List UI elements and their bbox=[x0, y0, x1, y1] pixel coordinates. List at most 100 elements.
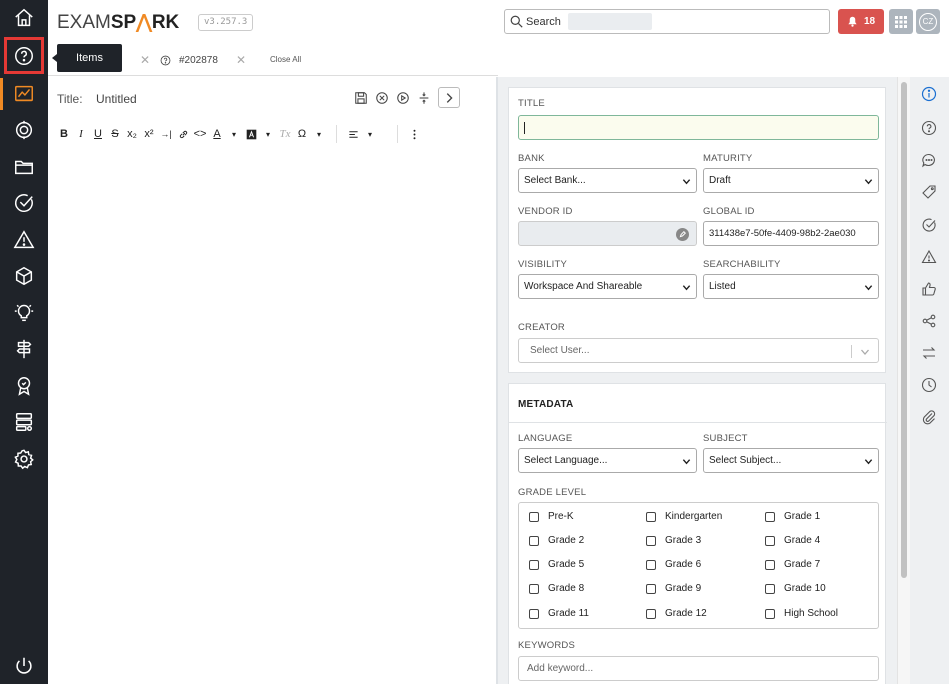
visibility-select[interactable]: Workspace And Shareable bbox=[518, 274, 697, 299]
strikethrough-button[interactable]: S bbox=[107, 124, 123, 144]
tag-icon[interactable] bbox=[921, 184, 937, 200]
comment-icon[interactable] bbox=[921, 152, 937, 168]
code-button[interactable]: <> bbox=[192, 124, 208, 144]
swap-icon[interactable] bbox=[921, 345, 937, 361]
expand-panel-button[interactable] bbox=[438, 87, 460, 108]
creator-select[interactable]: Select User... bbox=[518, 338, 879, 363]
italic-button[interactable]: I bbox=[73, 124, 89, 144]
highlight-button[interactable] bbox=[243, 124, 259, 144]
vendor-id-field[interactable] bbox=[518, 221, 697, 246]
cube-icon[interactable] bbox=[0, 258, 48, 294]
indent-button[interactable]: →| bbox=[158, 124, 174, 144]
superscript-button[interactable]: x² bbox=[141, 124, 157, 144]
server-icon[interactable] bbox=[0, 404, 48, 440]
notifications-button[interactable]: 18 bbox=[838, 9, 884, 34]
more-options-button[interactable] bbox=[406, 124, 422, 144]
tab-202878[interactable]: #202878 ✕ bbox=[160, 44, 246, 76]
clock-icon[interactable] bbox=[921, 377, 937, 393]
close-all-button[interactable]: Close All bbox=[270, 55, 301, 64]
grade-checkbox[interactable]: Grade 6 bbox=[646, 559, 701, 570]
toolbar-divider bbox=[336, 125, 337, 143]
target-icon[interactable] bbox=[0, 112, 48, 148]
title-field[interactable] bbox=[518, 115, 879, 140]
searchability-select[interactable]: Listed bbox=[703, 274, 879, 299]
analytics-icon[interactable] bbox=[0, 76, 48, 112]
version-badge: v3.257.3 bbox=[198, 14, 254, 31]
grade-checkbox[interactable]: Grade 9 bbox=[646, 583, 701, 594]
paperclip-icon[interactable] bbox=[921, 409, 937, 425]
maturity-select[interactable]: Draft bbox=[703, 168, 879, 193]
notification-count: 18 bbox=[863, 16, 876, 27]
scrollbar-thumb[interactable] bbox=[901, 82, 907, 578]
help-icon[interactable] bbox=[921, 120, 937, 136]
folder-icon[interactable] bbox=[0, 149, 48, 185]
check-circle-icon[interactable] bbox=[921, 217, 937, 233]
signpost-icon[interactable] bbox=[0, 331, 48, 367]
play-icon[interactable] bbox=[396, 91, 410, 105]
grade-checkbox[interactable]: Kindergarten bbox=[646, 511, 722, 522]
form-scrollbar[interactable] bbox=[897, 77, 910, 684]
grade-level-label: GRADE LEVEL bbox=[518, 487, 587, 498]
more-vertical-icon bbox=[413, 129, 415, 139]
keywords-input[interactable]: Add keyword... bbox=[518, 656, 879, 681]
grade-checkbox[interactable]: Grade 8 bbox=[529, 583, 584, 594]
special-char-button[interactable]: Ω bbox=[294, 124, 310, 144]
font-color-dropdown[interactable]: ▾ bbox=[226, 124, 242, 144]
align-button[interactable] bbox=[345, 124, 361, 144]
help-icon[interactable] bbox=[0, 38, 48, 74]
warning-icon[interactable] bbox=[0, 222, 48, 258]
tab-items[interactable]: ✕ bbox=[132, 44, 150, 76]
save-icon[interactable] bbox=[354, 91, 368, 105]
brand-logo[interactable]: EXAMSP⋀RK bbox=[57, 11, 179, 34]
close-icon[interactable]: ✕ bbox=[140, 53, 150, 67]
grade-checkbox[interactable]: Grade 2 bbox=[529, 535, 584, 546]
underline-button[interactable]: U bbox=[90, 124, 106, 144]
home-icon[interactable] bbox=[0, 0, 48, 36]
avatar[interactable]: CZ bbox=[916, 9, 940, 34]
grade-checkbox[interactable]: Grade 4 bbox=[765, 535, 820, 546]
grade-checkbox[interactable]: Grade 7 bbox=[765, 559, 820, 570]
close-icon[interactable]: ✕ bbox=[236, 53, 246, 67]
collapse-icon[interactable] bbox=[417, 91, 431, 105]
clear-format-button[interactable]: Tx bbox=[277, 124, 293, 144]
power-icon[interactable] bbox=[0, 648, 48, 684]
grade-checkbox[interactable]: Grade 12 bbox=[646, 608, 707, 619]
title-value[interactable]: Untitled bbox=[96, 92, 137, 106]
search-placeholder: Search bbox=[526, 16, 561, 28]
search-input[interactable]: Search bbox=[504, 9, 830, 34]
subscript-button[interactable]: x₂ bbox=[124, 124, 140, 144]
grade-checkbox[interactable]: Grade 11 bbox=[529, 608, 589, 619]
special-char-dropdown[interactable]: ▾ bbox=[311, 124, 327, 144]
settings-icon[interactable] bbox=[0, 441, 48, 477]
warning-icon[interactable] bbox=[921, 249, 937, 265]
info-icon[interactable] bbox=[921, 86, 937, 102]
grade-checkbox[interactable]: High School bbox=[765, 608, 838, 619]
award-icon[interactable] bbox=[0, 368, 48, 404]
cancel-icon[interactable] bbox=[375, 91, 389, 105]
bank-select[interactable]: Select Bank... bbox=[518, 168, 697, 193]
subject-select[interactable]: Select Subject... bbox=[703, 448, 879, 473]
grade-checkbox[interactable]: Pre-K bbox=[529, 511, 574, 522]
grade-checkbox[interactable]: Grade 1 bbox=[765, 511, 820, 522]
language-select[interactable]: Select Language... bbox=[518, 448, 697, 473]
grade-checkbox[interactable]: Grade 5 bbox=[529, 559, 584, 570]
top-bar: EXAMSP⋀RK v3.257.3 Search 18 CZ bbox=[48, 0, 949, 44]
avatar-initials: CZ bbox=[919, 12, 937, 31]
apps-grid-button[interactable] bbox=[889, 9, 913, 34]
global-id-field[interactable]: 311438e7-50fe-4409-98b2-2ae030 bbox=[703, 221, 879, 246]
grade-checkbox[interactable]: Grade 10 bbox=[765, 583, 826, 594]
bold-button[interactable]: B bbox=[56, 124, 72, 144]
thumbs-up-icon[interactable] bbox=[921, 281, 937, 297]
check-circle-icon[interactable] bbox=[0, 185, 48, 221]
link-button[interactable] bbox=[175, 124, 191, 144]
share-icon[interactable] bbox=[921, 313, 937, 329]
edit-icon[interactable] bbox=[676, 228, 689, 241]
grade-checkbox[interactable]: Grade 3 bbox=[646, 535, 701, 546]
font-color-button[interactable]: A bbox=[209, 124, 225, 144]
highlight-dropdown[interactable]: ▾ bbox=[260, 124, 276, 144]
chevron-down-icon bbox=[864, 459, 873, 465]
align-dropdown[interactable]: ▾ bbox=[362, 124, 378, 144]
subject-label: SUBJECT bbox=[703, 433, 748, 444]
align-left-icon bbox=[348, 130, 358, 138]
lightbulb-icon[interactable] bbox=[0, 295, 48, 331]
